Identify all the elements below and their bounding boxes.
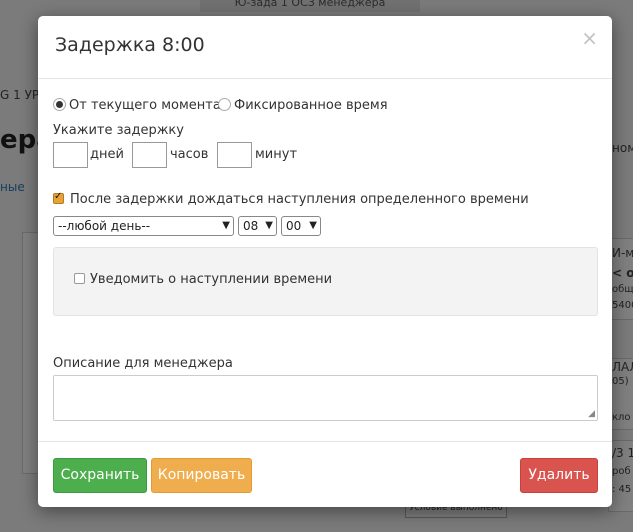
delay-modal: Задержка 8:00 × От текущего момента Фикс… <box>38 16 612 507</box>
days-input[interactable] <box>53 142 88 168</box>
radio-current-label[interactable]: От текущего момента <box>69 98 221 113</box>
minute-select[interactable]: 00 ▼ <box>281 216 321 236</box>
resize-grip-icon[interactable]: ◢ <box>588 409 595 419</box>
description-textarea[interactable]: ◢ <box>53 375 598 421</box>
hour-select-value: 08 <box>243 219 259 233</box>
modal-footer-divider <box>38 441 612 442</box>
minute-select-value: 00 <box>286 219 302 233</box>
radio-fixed-label[interactable]: Фиксированное время <box>234 98 388 113</box>
minutes-label: минут <box>255 147 298 162</box>
chevron-down-icon: ▼ <box>222 220 230 231</box>
description-label: Описание для менеджера <box>53 356 233 371</box>
hour-select[interactable]: 08 ▼ <box>238 216 277 236</box>
wait-time-label[interactable]: После задержки дождаться наступления опр… <box>70 192 529 207</box>
copy-button[interactable]: Копировать <box>151 458 252 493</box>
modal-title: Задержка 8:00 <box>55 34 205 56</box>
chevron-down-icon: ▼ <box>265 220 273 231</box>
save-button[interactable]: Сохранить <box>53 458 147 493</box>
hours-label: часов <box>170 147 209 162</box>
notify-well: Уведомить о наступлении времени <box>53 247 598 316</box>
days-label: дней <box>90 147 124 162</box>
notify-label[interactable]: Уведомить о наступлении времени <box>90 272 332 287</box>
minutes-input[interactable] <box>217 142 252 168</box>
notify-checkbox[interactable] <box>74 273 85 284</box>
delete-button[interactable]: Удалить <box>520 458 598 493</box>
delay-label: Укажите задержку <box>53 123 184 138</box>
radio-fixed-time[interactable] <box>218 98 231 111</box>
close-icon[interactable]: × <box>581 28 598 48</box>
radio-current-moment[interactable] <box>53 98 66 111</box>
modal-header: Задержка 8:00 × <box>38 16 612 79</box>
day-select-value: --любой день-- <box>58 219 151 233</box>
day-select[interactable]: --любой день-- ▼ <box>53 216 234 236</box>
hours-input[interactable] <box>132 142 167 168</box>
wait-time-checkbox[interactable] <box>53 191 64 204</box>
chevron-down-icon: ▼ <box>309 220 317 231</box>
